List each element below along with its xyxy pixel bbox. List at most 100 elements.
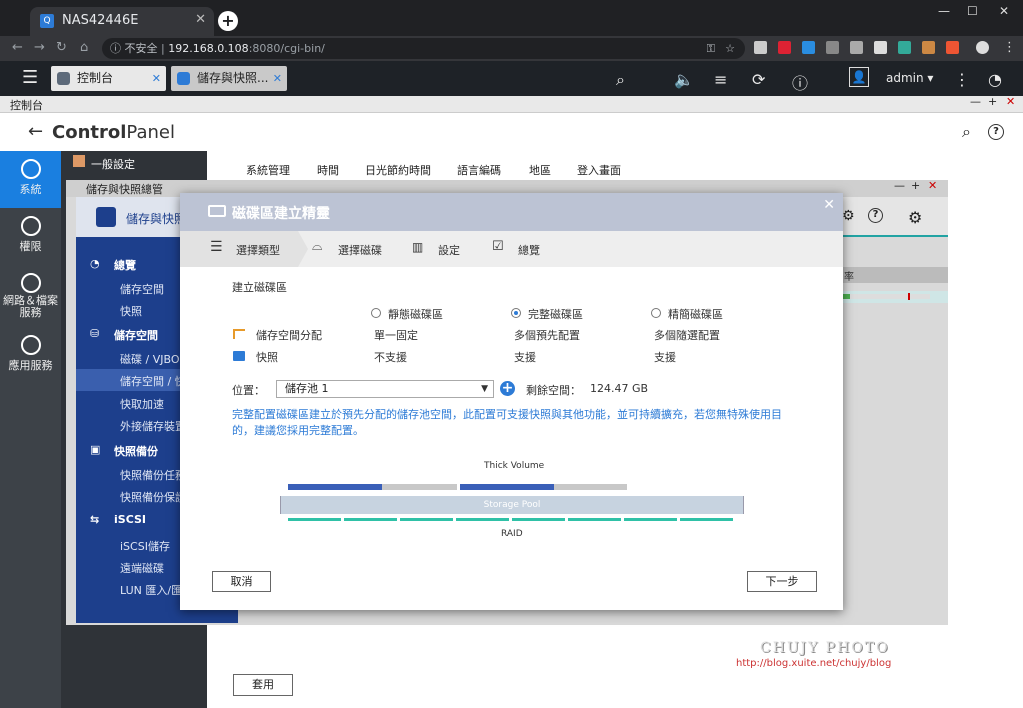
menu-item[interactable]: 遠端磁碟: [120, 560, 164, 576]
window-close-icon[interactable]: ✕: [928, 179, 937, 192]
watermark-text: CHUJY PHOTO: [760, 640, 890, 656]
close-icon[interactable]: ✕: [273, 66, 282, 91]
back-arrow-icon[interactable]: ←: [28, 121, 43, 142]
close-icon[interactable]: ✕: [195, 12, 206, 27]
menu-overview[interactable]: 總覽: [114, 257, 136, 273]
minimize-icon[interactable]: —: [938, 4, 950, 18]
settings-icon[interactable]: ⚙: [908, 208, 922, 227]
list-icon: ☰: [210, 239, 223, 255]
menu-iscsi[interactable]: iSCSI: [114, 513, 146, 526]
maximize-icon[interactable]: +: [911, 179, 920, 192]
minimize-icon[interactable]: —: [894, 179, 905, 192]
menu-item[interactable]: iSCSI儲存: [120, 538, 170, 554]
option-label[interactable]: 完整磁碟區: [528, 306, 583, 322]
nav-item-system[interactable]: 系統: [0, 151, 61, 208]
forward-icon[interactable]: →: [34, 40, 45, 55]
radio-thin-volume[interactable]: [651, 308, 661, 318]
hamburger-menu-icon[interactable]: ☰: [22, 67, 38, 88]
menu-item[interactable]: 快照備份任務: [120, 467, 186, 483]
radio-thick-volume[interactable]: [511, 308, 521, 318]
more-options-icon[interactable]: ⋮: [954, 70, 970, 89]
search-icon[interactable]: ⌕: [962, 122, 971, 142]
extension-icon[interactable]: [802, 41, 815, 54]
reload-icon[interactable]: ↻: [56, 40, 67, 55]
menu-item[interactable]: 磁碟 / VJBOD: [120, 351, 188, 367]
subnav-item-general[interactable]: 一般設定: [91, 156, 135, 172]
cancel-button[interactable]: 取消: [212, 571, 271, 592]
security-label: 不安全: [124, 42, 158, 55]
globe-icon: [20, 273, 41, 293]
close-icon[interactable]: ✕: [823, 197, 835, 213]
menu-backup[interactable]: 快照備份: [114, 443, 158, 459]
tab-time[interactable]: 時間: [317, 162, 339, 178]
raid-bar: [288, 518, 736, 521]
option-label[interactable]: 精簡磁碟區: [668, 306, 723, 322]
nav-item-privilege[interactable]: 權限: [0, 208, 61, 265]
help-icon[interactable]: ?: [988, 124, 1004, 140]
nav-item-network[interactable]: 網路＆檔案服務: [0, 265, 61, 331]
browser-tab[interactable]: Q NAS42446E ✕: [30, 7, 214, 36]
tab-region[interactable]: 地區: [529, 162, 551, 178]
qts-tab-storage[interactable]: 儲存與快照... ✕: [171, 66, 287, 91]
tab-dst[interactable]: 日光節約時間: [365, 162, 431, 178]
option-label[interactable]: 靜態磁碟區: [388, 306, 443, 322]
maximize-icon[interactable]: +: [988, 95, 997, 108]
user-menu[interactable]: admin ▾: [886, 71, 933, 85]
back-icon[interactable]: ←: [12, 40, 23, 55]
tab-language[interactable]: 語言編碼: [457, 162, 501, 178]
extension-icon[interactable]: [850, 41, 863, 54]
maximize-icon[interactable]: ☐: [967, 4, 978, 18]
location-value: 儲存池 1: [285, 382, 329, 395]
volume-icon[interactable]: 🔈: [674, 70, 694, 89]
key-icon[interactable]: ⚿: [707, 38, 715, 59]
radio-static-volume[interactable]: [371, 308, 381, 318]
nav-item-apps[interactable]: 應用服務: [0, 327, 61, 384]
storage-app-icon: [96, 207, 116, 227]
menu-storage[interactable]: 儲存空間: [114, 327, 158, 343]
extension-icon[interactable]: [898, 41, 911, 54]
close-icon[interactable]: ✕: [152, 66, 161, 91]
add-pool-button[interactable]: +: [500, 381, 515, 396]
extension-icon[interactable]: [946, 41, 959, 54]
star-icon[interactable]: ☆: [725, 38, 735, 59]
adblock-icon[interactable]: [778, 41, 791, 54]
apply-button[interactable]: 套用: [233, 674, 293, 696]
gear-icon[interactable]: ⚙: [842, 208, 855, 224]
menu-item[interactable]: 外接儲存裝置: [120, 418, 186, 434]
menu-item[interactable]: 快照備份保護: [120, 489, 186, 505]
new-tab-button[interactable]: +: [218, 11, 238, 31]
location-select[interactable]: 儲存池 1 ▼: [276, 380, 494, 398]
sync-icon[interactable]: ⟳: [752, 70, 765, 89]
dashboard-icon[interactable]: ◔: [988, 70, 1002, 89]
menu-item[interactable]: 快取加速: [120, 396, 164, 412]
profile-avatar[interactable]: [976, 41, 989, 54]
help-icon[interactable]: ?: [868, 208, 883, 223]
extension-icon[interactable]: [826, 41, 839, 54]
extension-icon[interactable]: [874, 41, 887, 54]
window-close-icon[interactable]: ✕: [1006, 95, 1015, 108]
qts-tab-control-panel[interactable]: 控制台 ✕: [51, 66, 166, 91]
menu-item[interactable]: 儲存空間 / 快: [120, 373, 186, 389]
tasks-icon[interactable]: ≡: [714, 70, 727, 89]
window-close-icon[interactable]: ✕: [999, 4, 1009, 18]
info-icon[interactable]: ⓘ: [110, 42, 121, 55]
home-icon[interactable]: ⌂: [80, 40, 88, 55]
menu-item[interactable]: 儲存空間: [120, 281, 164, 297]
url-host: 192.168.0.108: [168, 42, 249, 55]
address-bar[interactable]: ⓘ 不安全 | 192.168.0.108:8080/cgi-bin/ ⚿ ☆: [102, 38, 745, 59]
next-button[interactable]: 下一步: [747, 571, 817, 592]
username: admin: [886, 71, 924, 85]
wizard-header: 磁碟區建立精靈 ✕: [180, 193, 843, 231]
minimize-icon[interactable]: —: [970, 95, 981, 108]
info-icon[interactable]: ⓘ: [792, 70, 808, 94]
menu-item[interactable]: 快照: [120, 303, 142, 319]
tab-system-admin[interactable]: 系統管理: [246, 162, 290, 182]
search-icon[interactable]: ⌕: [616, 70, 625, 90]
wizard-body: 建立磁碟區 靜態磁碟區 完整磁碟區 精簡磁碟區 儲存空間分配 單一固定 多個預先…: [180, 267, 843, 610]
menu-icon[interactable]: ⋮: [1003, 40, 1016, 55]
user-icon[interactable]: 👤: [849, 67, 869, 87]
tab-login-screen[interactable]: 登入畫面: [577, 162, 621, 178]
extension-icon[interactable]: [922, 41, 935, 54]
storage-pool-bar: Storage Pool: [280, 496, 744, 514]
extension-icon[interactable]: [754, 41, 767, 54]
